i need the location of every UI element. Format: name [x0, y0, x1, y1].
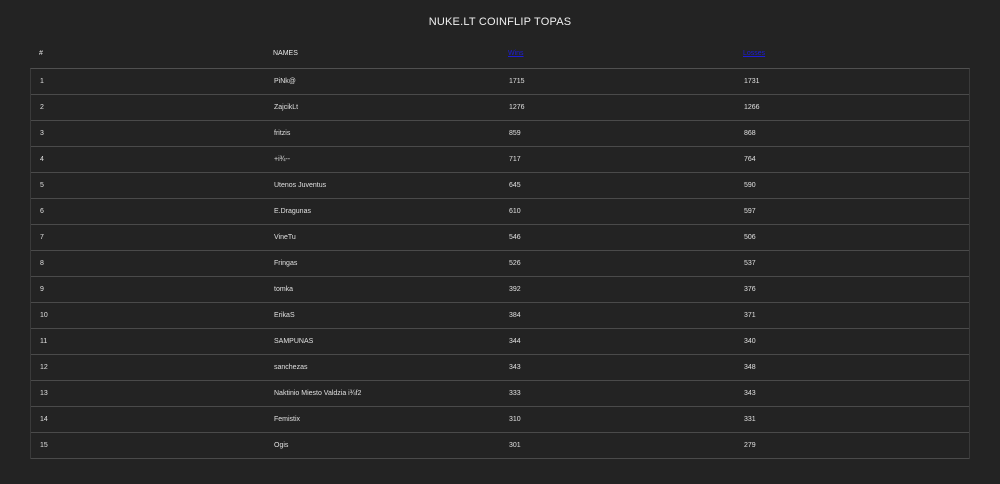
table-row: 10 ErikaS 384 371	[31, 303, 969, 329]
table-row: 5 Utenos Juventus 645 590	[31, 173, 969, 199]
table-row: 7 VineTu 546 506	[31, 225, 969, 251]
wins-cell: 526	[509, 260, 521, 267]
page-title: NUKE.LT COINFLIP TOPAS	[428, 16, 572, 28]
table-body: 1 PiNk@ 1715 1731 2 ZajcikLt 1276 1266 3 fritzis 8…	[30, 68, 970, 459]
rank-cell: 2	[40, 104, 44, 111]
wins-cell: 344	[509, 338, 521, 345]
table-row: 1 PiNk@ 1715 1731	[31, 69, 969, 95]
table-row: 4 +i¾-- 717 764	[31, 147, 969, 173]
rank-cell: 1	[40, 78, 44, 85]
losses-cell: 343	[744, 390, 756, 397]
name-cell: fritzis	[274, 130, 291, 137]
name-cell: Femistix	[274, 416, 301, 423]
table-row: 13 Naktinio Miesto Valdzia i¾f2 333 343	[31, 381, 969, 407]
name-cell: tomka	[274, 286, 294, 293]
wins-cell: 310	[509, 416, 521, 423]
rank-cell: 15	[40, 442, 48, 449]
wins-cell: 343	[509, 364, 521, 371]
table-row: 6 E.Dragunas 610 597	[31, 199, 969, 225]
table-row: 3 fritzis 859 868	[31, 121, 969, 147]
losses-cell: 1731	[744, 78, 760, 85]
losses-cell: 348	[744, 364, 756, 371]
wins-cell: 717	[509, 156, 521, 163]
wins-cell: 301	[509, 442, 521, 449]
wins-cell: 645	[509, 182, 521, 189]
table-row: 8 Fringas 526 537	[31, 251, 969, 277]
rank-cell: 12	[40, 364, 48, 371]
table-row: 12 sanchezas 343 348	[31, 355, 969, 381]
losses-cell: 279	[744, 442, 756, 449]
losses-cell: 590	[744, 182, 756, 189]
rank-cell: 11	[40, 338, 48, 345]
rank-cell: 4	[40, 156, 44, 163]
rank-cell: 7	[40, 234, 44, 241]
losses-cell: 371	[744, 312, 756, 319]
wins-cell: 1715	[509, 78, 525, 85]
rank-column-header: #	[39, 50, 43, 57]
wins-cell: 610	[509, 208, 521, 215]
table-row: 9 tomka 392 376	[31, 277, 969, 303]
table-row: 2 ZajcikLt 1276 1266	[31, 95, 969, 121]
table-row: 11 SAMPUNAS 344 340	[31, 329, 969, 355]
table-row: 14 Femistix 310 331	[31, 407, 969, 433]
wins-cell: 546	[509, 234, 521, 241]
losses-cell: 537	[744, 260, 756, 267]
losses-cell: 331	[744, 416, 756, 423]
name-cell: PiNk@	[274, 78, 296, 85]
rank-cell: 10	[40, 312, 48, 319]
wins-cell: 333	[509, 390, 521, 397]
losses-sort-link[interactable]: Losses	[743, 50, 765, 57]
losses-cell: 506	[744, 234, 756, 241]
rank-cell: 14	[40, 416, 48, 423]
rank-cell: 9	[40, 286, 44, 293]
rank-cell: 6	[40, 208, 44, 215]
rank-cell: 13	[40, 390, 48, 397]
wins-sort-link[interactable]: Wins	[508, 50, 524, 57]
losses-cell: 376	[744, 286, 756, 293]
rank-cell: 5	[40, 182, 44, 189]
losses-cell: 340	[744, 338, 756, 345]
name-cell: Ogis	[274, 442, 289, 449]
losses-cell: 764	[744, 156, 756, 163]
name-cell: +i¾--	[274, 156, 291, 163]
wins-cell: 859	[509, 130, 521, 137]
name-cell: Utenos Juventus	[274, 182, 327, 189]
names-column-header: NAMES	[273, 50, 298, 57]
name-cell: Fringas	[274, 260, 298, 267]
name-cell: E.Dragunas	[274, 208, 311, 215]
rank-cell: 8	[40, 260, 44, 267]
wins-cell: 392	[509, 286, 521, 293]
name-cell: ZajcikLt	[274, 104, 299, 111]
losses-cell: 868	[744, 130, 756, 137]
name-cell: sanchezas	[274, 364, 308, 371]
name-cell: VineTu	[274, 234, 296, 241]
wins-cell: 384	[509, 312, 521, 319]
rank-cell: 3	[40, 130, 44, 137]
table-header: # NAMES Wins Losses	[30, 42, 970, 68]
losses-cell: 1266	[744, 104, 760, 111]
name-cell: ErikaS	[274, 312, 295, 319]
name-cell: Naktinio Miesto Valdzia i¾f2	[274, 390, 362, 397]
wins-cell: 1276	[509, 104, 525, 111]
name-cell: SAMPUNAS	[274, 338, 314, 345]
leaderboard-table: # NAMES Wins Losses 1 PiNk@ 1715 1731 2 Zajci…	[30, 42, 970, 459]
table-row: 15 Ogis 301 279	[31, 433, 969, 459]
losses-cell: 597	[744, 208, 756, 215]
